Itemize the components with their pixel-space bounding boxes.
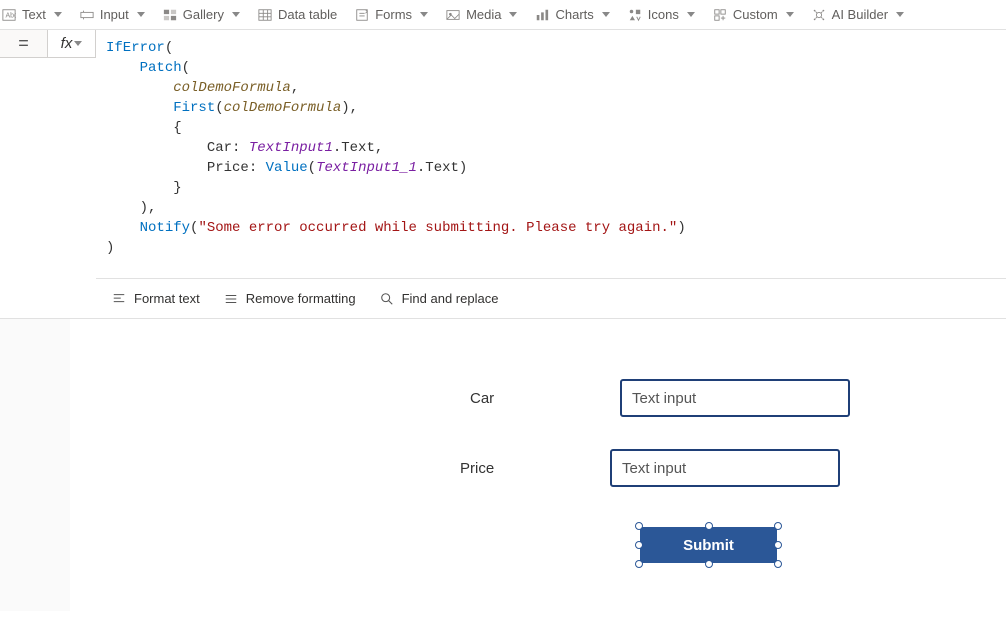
charts-icon — [535, 8, 549, 22]
format-text-icon — [112, 292, 126, 306]
textinput-car[interactable]: Text input — [620, 379, 850, 417]
forms-icon — [355, 8, 369, 22]
search-icon — [380, 292, 394, 306]
submit-button-selected[interactable]: Submit — [640, 527, 777, 563]
ribbon-item-label: Forms — [375, 7, 412, 22]
ribbon-data-table[interactable]: Data table — [258, 7, 337, 22]
ribbon-media[interactable]: Media — [446, 7, 517, 22]
submit-button[interactable]: Submit — [640, 527, 777, 563]
ribbon-forms[interactable]: Forms — [355, 7, 428, 22]
ribbon-ai-builder[interactable]: AI Builder — [812, 7, 904, 22]
ribbon-item-label: Text — [22, 7, 46, 22]
chevron-down-icon — [232, 12, 240, 17]
selection-handle[interactable] — [635, 541, 643, 549]
selection-handle[interactable] — [635, 560, 643, 568]
chevron-down-icon — [54, 12, 62, 17]
chevron-down-icon — [509, 12, 517, 17]
formula-bar-area: = fx IfError( Patch( colDemoFormula, Fir… — [0, 30, 1006, 319]
label-car: Car — [470, 390, 520, 407]
input-icon — [80, 8, 94, 22]
ribbon-item-label: Gallery — [183, 7, 224, 22]
chevron-down-icon — [602, 12, 610, 17]
ribbon-item-label: AI Builder — [832, 7, 888, 22]
ribbon-text[interactable]: Abc Text — [2, 7, 62, 22]
selection-handle[interactable] — [635, 522, 643, 530]
chevron-down-icon — [74, 41, 82, 46]
chevron-down-icon — [786, 12, 794, 17]
insert-ribbon: Abc Text Input Gallery Data table Forms Media C… — [0, 0, 1006, 30]
form-row-price: Price Text input — [460, 449, 840, 487]
format-text-label: Format text — [134, 291, 200, 306]
ribbon-charts[interactable]: Charts — [535, 7, 609, 22]
formula-editor[interactable]: IfError( Patch( colDemoFormula, First(co… — [96, 30, 1006, 278]
ribbon-item-label: Icons — [648, 7, 679, 22]
fx-button[interactable]: fx — [48, 30, 96, 58]
textinput-price[interactable]: Text input — [610, 449, 840, 487]
gallery-icon — [163, 8, 177, 22]
custom-icon — [713, 8, 727, 22]
ribbon-item-label: Custom — [733, 7, 778, 22]
find-replace-label: Find and replace — [402, 291, 499, 306]
table-icon — [258, 8, 272, 22]
media-icon — [446, 8, 460, 22]
selection-handle[interactable] — [774, 541, 782, 549]
ribbon-icons[interactable]: Icons — [628, 7, 695, 22]
chevron-down-icon — [137, 12, 145, 17]
ai-builder-icon — [812, 8, 826, 22]
find-replace-button[interactable]: Find and replace — [380, 291, 499, 306]
form-row-car: Car Text input — [470, 379, 850, 417]
selection-handle[interactable] — [774, 522, 782, 530]
chevron-down-icon — [420, 12, 428, 17]
ribbon-gallery[interactable]: Gallery — [163, 7, 240, 22]
remove-formatting-label: Remove formatting — [246, 291, 356, 306]
canvas-area: Car Text input Price Text input Submit — [0, 319, 1006, 611]
selection-handle[interactable] — [774, 560, 782, 568]
label-price: Price — [460, 460, 510, 477]
chevron-down-icon — [896, 12, 904, 17]
formula-toolbar: Format text Remove formatting Find and r… — [96, 278, 1006, 318]
selection-handle[interactable] — [705, 560, 713, 568]
selection-handle[interactable] — [705, 522, 713, 530]
format-text-button[interactable]: Format text — [112, 291, 200, 306]
svg-text:Abc: Abc — [6, 12, 17, 19]
remove-formatting-button[interactable]: Remove formatting — [224, 291, 356, 306]
ribbon-input[interactable]: Input — [80, 7, 145, 22]
ribbon-item-label: Data table — [278, 7, 337, 22]
chevron-down-icon — [687, 12, 695, 17]
remove-formatting-icon — [224, 292, 238, 306]
app-canvas[interactable]: Car Text input Price Text input Submit — [70, 319, 1006, 611]
icons-icon — [628, 8, 642, 22]
text-icon: Abc — [2, 8, 16, 22]
ribbon-item-label: Input — [100, 7, 129, 22]
ribbon-item-label: Media — [466, 7, 501, 22]
ribbon-custom[interactable]: Custom — [713, 7, 794, 22]
formula-equals: = — [0, 30, 48, 58]
ribbon-item-label: Charts — [555, 7, 593, 22]
